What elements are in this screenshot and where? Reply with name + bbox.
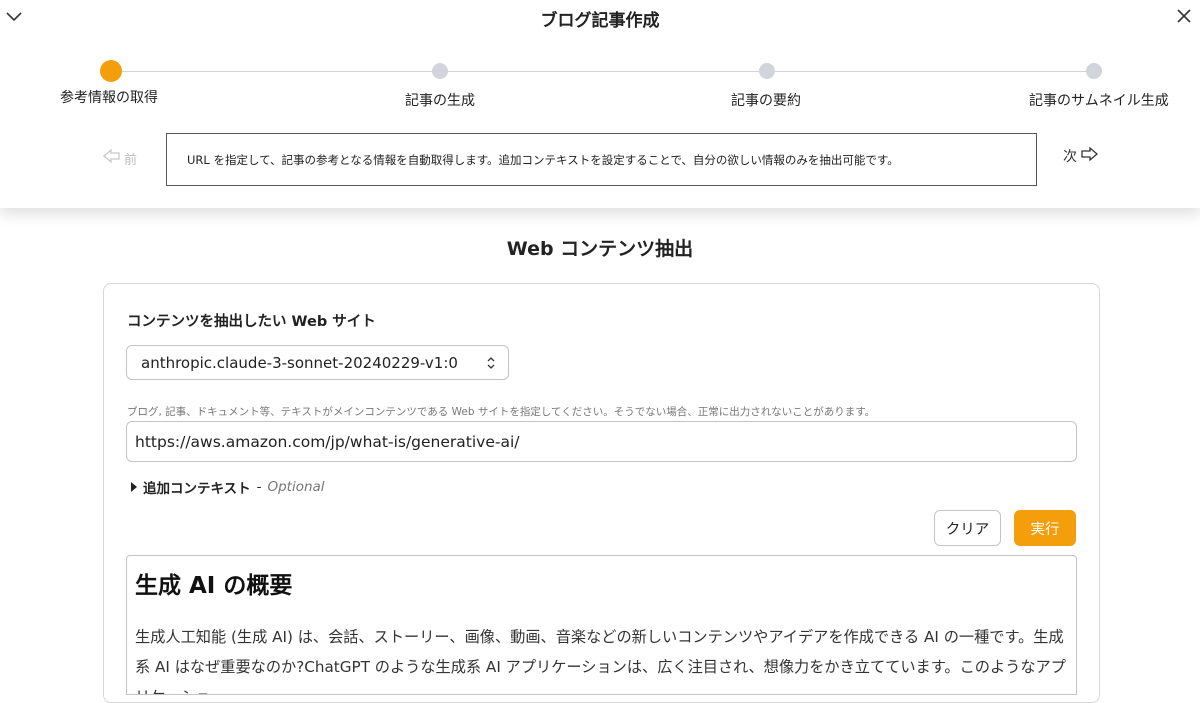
step-dot-2[interactable] (432, 63, 448, 79)
url-hint: ブログ, 記事、ドキュメント等、テキストがメインコンテンツである Web サイト… (127, 406, 876, 418)
step-label-3[interactable]: 記事の要約 (731, 90, 801, 110)
clear-button[interactable]: クリア (934, 510, 1001, 546)
next-button[interactable]: 次 (1063, 146, 1099, 166)
section-title: Web コンテンツ抽出 (506, 238, 694, 260)
step-label-2[interactable]: 記事の生成 (405, 90, 475, 110)
step-label-4[interactable]: 記事のサムネイル生成 (1029, 90, 1169, 110)
panel-title: ブログ記事作成 (540, 11, 660, 31)
stepper-track (111, 71, 1094, 72)
run-button[interactable]: 実行 (1014, 510, 1076, 546)
step-dot-3[interactable] (759, 63, 775, 79)
url-input[interactable] (126, 421, 1077, 462)
result-body: 生成人工知能 (生成 AI) は、会話、ストーリー、画像、動画、音楽などの新しい… (135, 628, 1066, 694)
arrow-right-icon (1079, 146, 1099, 166)
prev-button[interactable]: 前 (102, 148, 137, 168)
website-field-label: コンテンツを抽出したい Web サイト (127, 314, 376, 330)
result-heading: 生成 AI の概要 (135, 573, 293, 599)
step-label-1[interactable]: 参考情報の取得 (60, 87, 158, 107)
additional-context-label: 追加コンテキスト (143, 481, 251, 497)
extraction-result[interactable]: 生成 AI の概要 生成人工知能 (生成 AI) は、会話、ストーリー、画像、動… (126, 555, 1077, 695)
caret-right-icon (131, 482, 137, 492)
optional-label: Optional (267, 479, 325, 495)
prev-label: 前 (124, 152, 138, 168)
chevron-up-down-icon (486, 355, 496, 371)
step-description: URL を指定して、記事の参考となる情報を自動取得します。追加コンテキストを設定… (166, 133, 1037, 186)
arrow-left-icon (102, 148, 122, 168)
additional-context-toggle[interactable]: 追加コンテキスト - Optional (131, 477, 325, 497)
next-label: 次 (1063, 149, 1077, 165)
model-select[interactable]: anthropic.claude-3-sonnet-20240229-v1:0 (126, 345, 509, 380)
close-icon[interactable] (1174, 6, 1194, 26)
additional-context-separator: - (256, 479, 262, 495)
step-dot-4[interactable] (1086, 63, 1102, 79)
workflow-header-panel: ブログ記事作成 参考情報の取得 記事の生成 記事の要約 記事のサムネイル生成 前… (0, 0, 1200, 208)
step-dot-1[interactable] (100, 60, 122, 82)
model-select-value: anthropic.claude-3-sonnet-20240229-v1:0 (141, 353, 458, 372)
